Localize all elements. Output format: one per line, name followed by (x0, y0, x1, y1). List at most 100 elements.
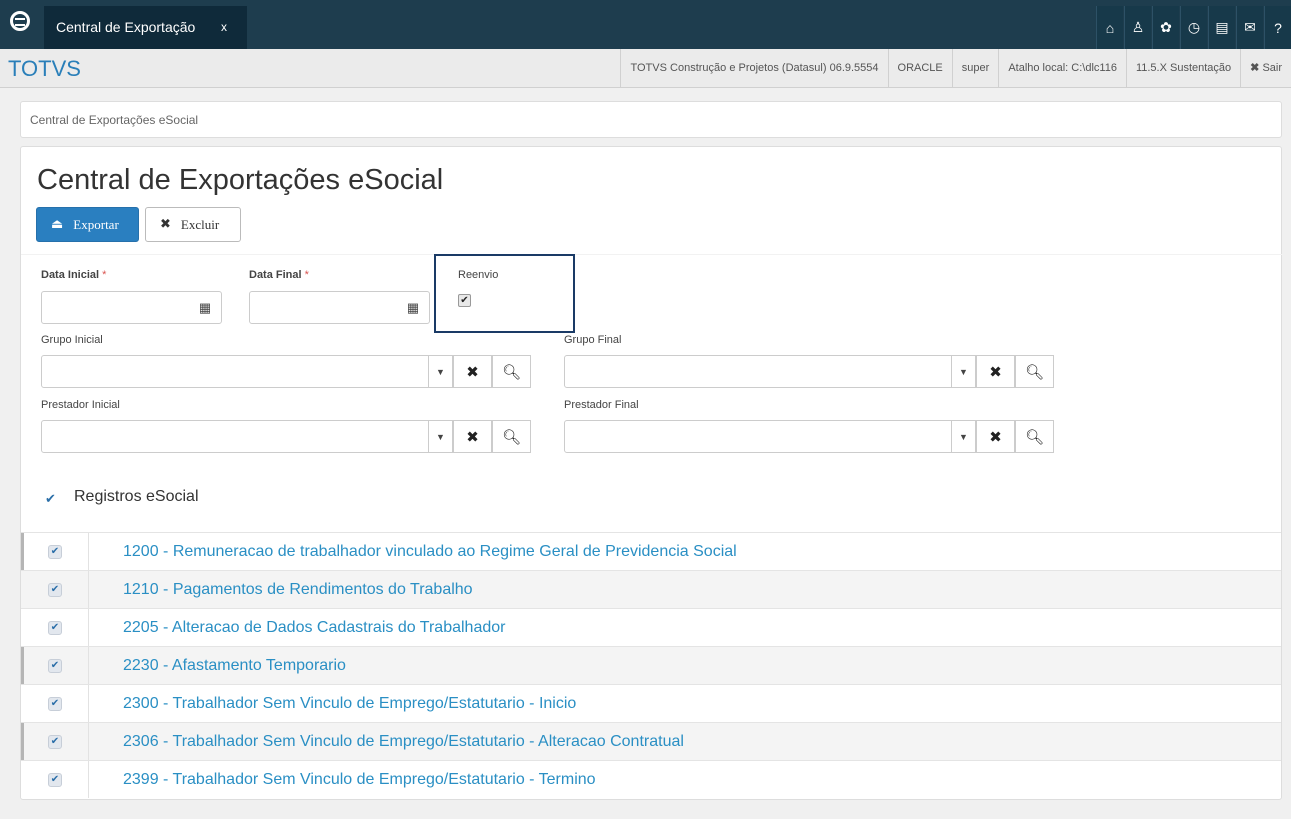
list-item: ✔ 1210 - Pagamentos de Rendimentos do Tr… (21, 570, 1281, 608)
clear-button[interactable]: ✖ (976, 420, 1015, 453)
prestador-final-combo: ▼ ✖ 🔍︎ (564, 420, 1054, 453)
registros-label: Registros eSocial (74, 488, 199, 505)
row-checkbox[interactable]: ✔ (48, 697, 62, 711)
row-checkbox[interactable]: ✔ (48, 735, 62, 749)
search-button[interactable]: 🔍︎ (1015, 355, 1054, 388)
chevron-down-icon[interactable]: ▼ (429, 355, 453, 388)
grupo-final-combo: ▼ ✖ 🔍︎ (564, 355, 1054, 388)
row-checkbox[interactable]: ✔ (48, 621, 62, 635)
required-marker: * (102, 269, 107, 281)
divider (88, 685, 89, 722)
clear-button[interactable]: ✖ (453, 355, 492, 388)
required-marker: * (304, 269, 309, 281)
home-icon[interactable]: ⌂ (1096, 6, 1123, 49)
user-info: super (951, 49, 999, 87)
divider (21, 254, 1283, 255)
list-item: ✔ 2399 - Trabalhador Sem Vinculo de Empr… (21, 760, 1281, 798)
row-label[interactable]: 1200 - Remuneracao de trabalhador vincul… (123, 543, 737, 561)
chevron-down-icon[interactable]: ▼ (952, 355, 976, 388)
grupo-inicial-input[interactable] (41, 355, 429, 388)
gear-icon[interactable]: ✿ (1152, 6, 1179, 49)
row-checkbox[interactable]: ✔ (48, 773, 62, 787)
clear-button[interactable]: ✖ (453, 420, 492, 453)
clock-icon[interactable]: ◷ (1180, 6, 1207, 49)
search-icon: 🔍︎ (501, 362, 522, 381)
grupo-final-label: Grupo Final (564, 334, 622, 346)
version-info: 11.5.X Sustentação (1125, 49, 1240, 87)
grupo-inicial-label: Grupo Inicial (41, 334, 103, 346)
row-label[interactable]: 2300 - Trabalhador Sem Vinculo de Empreg… (123, 695, 576, 713)
delete-button[interactable]: ✖ Excluir (145, 207, 241, 242)
company-info: TOTVS Construção e Projetos (Datasul) 06… (620, 49, 887, 87)
close-icon: ✖ (1250, 62, 1260, 74)
list-item: ✔ 2205 - Alteracao de Dados Cadastrais d… (21, 608, 1281, 646)
close-icon: ✖ (160, 217, 171, 232)
divider (88, 723, 89, 760)
breadcrumb: Central de Exportações eSocial (20, 101, 1282, 138)
brand-title: TOTVS (8, 56, 81, 81)
session-info-bar: TOTVS Construção e Projetos (Datasul) 06… (620, 49, 1291, 87)
logout-button[interactable]: ✖ Sair (1240, 49, 1291, 87)
divider (88, 571, 89, 608)
row-marker (21, 647, 24, 684)
list-item: ✔ 2306 - Trabalhador Sem Vinculo de Empr… (21, 722, 1281, 760)
data-final-field[interactable]: ▦ (249, 291, 430, 324)
row-label[interactable]: 2306 - Trabalhador Sem Vinculo de Empreg… (123, 733, 684, 751)
prestador-final-input[interactable] (564, 420, 952, 453)
export-button[interactable]: ⏏ Exportar (36, 207, 139, 242)
search-icon: 🔍︎ (1024, 427, 1045, 446)
tab-central-exportacao[interactable]: Central de Exportação x (44, 6, 247, 49)
calendar-icon[interactable]: ▦ (189, 292, 221, 323)
row-marker (21, 723, 24, 760)
row-marker (21, 533, 24, 570)
reenvio-highlight-box (434, 254, 575, 333)
tab-close-button[interactable]: x (221, 20, 227, 34)
chevron-down-icon[interactable]: ▼ (429, 420, 453, 453)
data-final-label: Data Final * (249, 269, 309, 281)
list-item: ✔ 2230 - Afastamento Temporario (21, 646, 1281, 684)
registros-all-checkbox[interactable]: ✔ (45, 492, 59, 507)
row-label[interactable]: 2399 - Trabalhador Sem Vinculo de Empreg… (123, 771, 596, 789)
clear-button[interactable]: ✖ (976, 355, 1015, 388)
document-icon[interactable]: ▤ (1208, 6, 1235, 49)
row-label[interactable]: 2230 - Afastamento Temporario (123, 657, 346, 675)
list-item: ✔ 1200 - Remuneracao de trabalhador vinc… (21, 532, 1281, 570)
calendar-icon[interactable]: ▦ (397, 292, 429, 323)
divider (88, 533, 89, 570)
help-icon[interactable]: ? (1264, 6, 1291, 49)
divider (88, 609, 89, 646)
prestador-inicial-input[interactable] (41, 420, 429, 453)
totvs-logo-icon[interactable] (10, 11, 30, 31)
row-label[interactable]: 2205 - Alteracao de Dados Cadastrais do … (123, 619, 505, 637)
reenvio-label: Reenvio (458, 269, 499, 281)
info-header: TOTVS TOTVS Construção e Projetos (Datas… (0, 49, 1291, 88)
search-button[interactable]: 🔍︎ (492, 355, 531, 388)
row-checkbox[interactable]: ✔ (48, 545, 62, 559)
row-label[interactable]: 1210 - Pagamentos de Rendimentos do Trab… (123, 581, 473, 599)
row-checkbox[interactable]: ✔ (48, 659, 62, 673)
top-bar: Central de Exportação x ⌂ ♙ ✿ ◷ ▤ ✉ ? (0, 0, 1291, 49)
registros-list: ✔ 1200 - Remuneracao de trabalhador vinc… (21, 532, 1281, 798)
list-item: ✔ 2300 - Trabalhador Sem Vinculo de Empr… (21, 684, 1281, 722)
divider (88, 761, 89, 798)
data-inicial-field[interactable]: ▦ (41, 291, 222, 324)
main-panel: Central de Exportações eSocial ⏏ Exporta… (20, 146, 1283, 800)
search-button[interactable]: 🔍︎ (492, 420, 531, 453)
search-icon: 🔍︎ (501, 427, 522, 446)
export-label: Exportar (73, 216, 119, 232)
top-icon-bar: ⌂ ♙ ✿ ◷ ▤ ✉ ? (1095, 6, 1291, 49)
reenvio-checkbox[interactable]: ✔ (458, 294, 471, 307)
tab-label: Central de Exportação (56, 19, 196, 35)
chevron-down-icon[interactable]: ▼ (952, 420, 976, 453)
sitemap-icon[interactable]: ♙ (1124, 6, 1151, 49)
row-checkbox[interactable]: ✔ (48, 583, 62, 597)
prestador-inicial-combo: ▼ ✖ 🔍︎ (41, 420, 531, 453)
shortcut-info: Atalho local: C:\dlc116 (998, 49, 1126, 87)
export-icon: ⏏ (51, 217, 64, 232)
search-icon: 🔍︎ (1024, 362, 1045, 381)
grupo-final-input[interactable] (564, 355, 952, 388)
data-inicial-label: Data Inicial * (41, 269, 107, 281)
search-button[interactable]: 🔍︎ (1015, 420, 1054, 453)
divider (88, 647, 89, 684)
mail-icon[interactable]: ✉ (1236, 6, 1263, 49)
